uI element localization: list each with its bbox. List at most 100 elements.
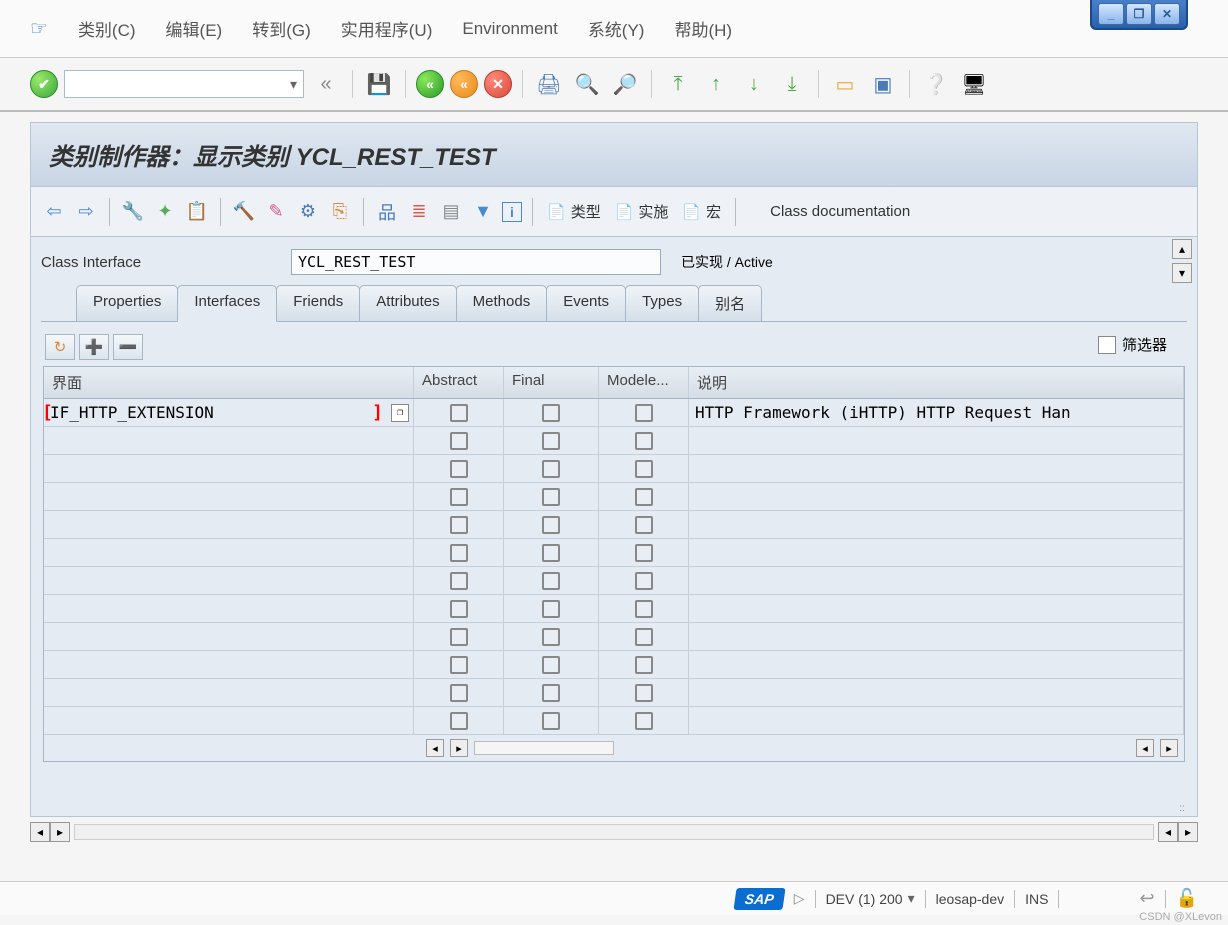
cell-final[interactable] <box>504 679 599 706</box>
value-help-icon[interactable]: ❐ <box>391 404 409 422</box>
modele-checkbox[interactable] <box>635 600 653 618</box>
cell-interface[interactable] <box>44 623 414 650</box>
table-row[interactable] <box>44 483 1184 511</box>
tab-interfaces[interactable]: Interfaces <box>177 285 277 322</box>
cell-final[interactable] <box>504 651 599 678</box>
cell-abstract[interactable] <box>414 511 504 538</box>
nav-forward-icon[interactable]: ⇨ <box>73 199 99 225</box>
cell-interface[interactable] <box>44 651 414 678</box>
display-list-icon[interactable]: ⎘ <box>327 199 353 225</box>
col-desc[interactable]: 说明 <box>689 367 1184 398</box>
exit-icon[interactable]: « <box>450 70 478 98</box>
menu-help[interactable]: 帮助(H) <box>674 16 732 41</box>
modele-checkbox[interactable] <box>635 712 653 730</box>
tab-types[interactable]: Types <box>625 285 699 321</box>
cell-modele[interactable] <box>599 567 689 594</box>
cell-modele[interactable] <box>599 679 689 706</box>
final-checkbox[interactable] <box>542 432 560 450</box>
where-used-icon[interactable]: ✎ <box>263 199 289 225</box>
abstract-checkbox[interactable] <box>450 404 468 422</box>
check-icon[interactable]: 📋 <box>184 199 210 225</box>
generate-shortcut-icon[interactable]: ▣ <box>867 68 899 100</box>
cell-final[interactable] <box>504 539 599 566</box>
close-button[interactable]: ✕ <box>1154 3 1180 25</box>
lock-icon[interactable]: 🔓 <box>1176 888 1198 909</box>
test-icon[interactable]: ⚙ <box>295 199 321 225</box>
cell-abstract[interactable] <box>414 455 504 482</box>
cell-interface[interactable] <box>44 483 414 510</box>
modele-checkbox[interactable] <box>635 488 653 506</box>
cell-interface[interactable] <box>44 455 414 482</box>
cell-abstract[interactable] <box>414 623 504 650</box>
find-next-icon[interactable]: 🔎 <box>609 68 641 100</box>
scroll-right2-icon[interactable]: ▸ <box>1160 739 1178 757</box>
cell-abstract[interactable] <box>414 651 504 678</box>
delete-row-icon[interactable]: ➖ <box>113 334 143 360</box>
cell-modele[interactable] <box>599 511 689 538</box>
enter-button[interactable]: ✔ <box>30 70 58 98</box>
cell-modele[interactable] <box>599 651 689 678</box>
cell-abstract[interactable] <box>414 567 504 594</box>
scroll-left-icon[interactable]: ◂ <box>30 822 50 842</box>
filter-checkbox[interactable] <box>1098 336 1116 354</box>
cell-modele[interactable] <box>599 623 689 650</box>
scroll-track[interactable] <box>74 824 1154 840</box>
menu-goto[interactable]: 转到(G) <box>252 16 311 41</box>
menu-indicator-icon[interactable]: ☞ <box>30 16 48 41</box>
scroll-left-end-icon[interactable]: ◂ <box>1158 822 1178 842</box>
dropdown-icon[interactable]: ▾ <box>908 890 915 907</box>
col-interface[interactable]: 界面 <box>44 367 414 398</box>
table-row[interactable] <box>44 455 1184 483</box>
abstract-checkbox[interactable] <box>450 516 468 534</box>
dropdown-icon[interactable]: ▾ <box>290 76 297 93</box>
first-page-icon[interactable]: ⤒ <box>662 68 694 100</box>
tab-attributes[interactable]: Attributes <box>359 285 456 321</box>
abstract-checkbox[interactable] <box>450 460 468 478</box>
status-system[interactable]: DEV (1) 200 ▾ <box>826 890 915 907</box>
scroll-down-icon[interactable]: ▾ <box>1172 263 1192 283</box>
layout-icon[interactable]: 🖥 <box>958 68 990 100</box>
menu-utilities[interactable]: 实用程序(U) <box>341 16 433 41</box>
cell-interface[interactable] <box>44 511 414 538</box>
menu-environment[interactable]: Environment <box>462 19 557 39</box>
table-row[interactable] <box>44 567 1184 595</box>
modele-checkbox[interactable] <box>635 628 653 646</box>
table-row[interactable] <box>44 679 1184 707</box>
class-interface-input[interactable] <box>291 249 661 275</box>
new-session-icon[interactable]: ▭ <box>829 68 861 100</box>
abstract-checkbox[interactable] <box>450 432 468 450</box>
display-change-icon[interactable]: 🔧 <box>120 199 146 225</box>
table-row[interactable] <box>44 595 1184 623</box>
cell-interface[interactable] <box>44 679 414 706</box>
final-checkbox[interactable] <box>542 712 560 730</box>
cell-interface[interactable] <box>44 427 414 454</box>
tab-friends[interactable]: Friends <box>276 285 360 321</box>
abstract-checkbox[interactable] <box>450 656 468 674</box>
menu-edit[interactable]: 编辑(E) <box>166 16 223 41</box>
filter-icon[interactable]: ▼ <box>470 199 496 225</box>
abstract-checkbox[interactable] <box>450 488 468 506</box>
final-checkbox[interactable] <box>542 544 560 562</box>
cell-interface[interactable] <box>44 539 414 566</box>
prev-page-icon[interactable]: ↑ <box>700 68 732 100</box>
abstract-checkbox[interactable] <box>450 628 468 646</box>
class-documentation-button[interactable]: Class documentation <box>766 203 914 220</box>
final-checkbox[interactable] <box>542 684 560 702</box>
modele-checkbox[interactable] <box>635 460 653 478</box>
modele-checkbox[interactable] <box>635 544 653 562</box>
next-page-icon[interactable]: ↓ <box>738 68 770 100</box>
cell-abstract[interactable] <box>414 595 504 622</box>
table-row[interactable] <box>44 651 1184 679</box>
abstract-checkbox[interactable] <box>450 544 468 562</box>
abstract-checkbox[interactable] <box>450 572 468 590</box>
macro-button[interactable]: 📄宏 <box>678 201 725 222</box>
final-checkbox[interactable] <box>542 628 560 646</box>
cell-final[interactable] <box>504 455 599 482</box>
modele-checkbox[interactable] <box>635 516 653 534</box>
tab-events[interactable]: Events <box>546 285 626 321</box>
cell-abstract[interactable] <box>414 399 504 426</box>
final-checkbox[interactable] <box>542 572 560 590</box>
nav-back-icon[interactable]: ⇦ <box>41 199 67 225</box>
table-row[interactable] <box>44 707 1184 735</box>
cell-final[interactable] <box>504 595 599 622</box>
